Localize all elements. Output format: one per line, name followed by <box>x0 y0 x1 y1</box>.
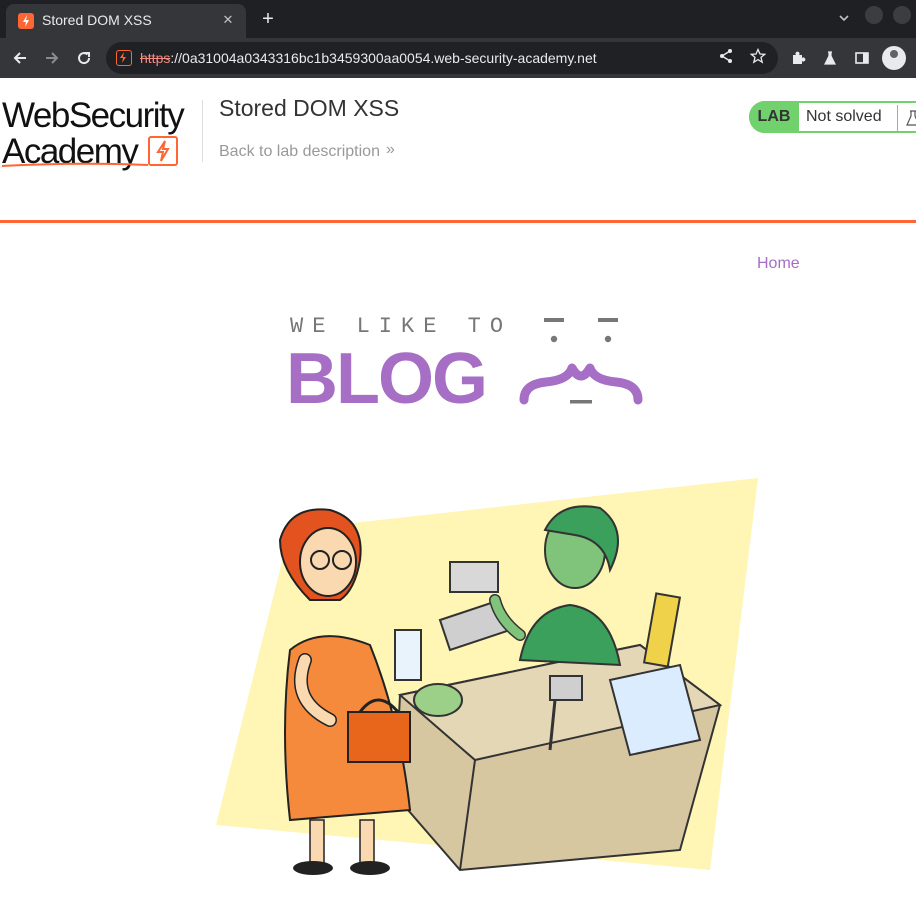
window-maximize-button[interactable] <box>893 6 911 24</box>
back-arrow-icon[interactable] <box>8 46 32 70</box>
extensions-puzzle-icon[interactable] <box>786 46 810 70</box>
blog-word: BLOG <box>286 339 488 419</box>
lab-status-text: Not solved <box>806 108 882 125</box>
tab-close-icon[interactable]: ✕ <box>218 10 238 30</box>
header-divider <box>202 100 203 162</box>
browser-toolbar: https://0a31004a0343316bc1b3459300aa0054… <box>0 38 916 78</box>
browser-tab-bar: Stored DOM XSS ✕ + <box>0 0 916 38</box>
blog-logo: WE LIKE TO BLOG <box>286 312 646 419</box>
lab-status-widget: LAB Not solved <box>749 101 916 133</box>
side-panel-icon[interactable] <box>850 46 874 70</box>
blog-tagline: WE LIKE TO <box>290 314 513 339</box>
web-security-academy-logo[interactable]: WebSecurity Academy <box>0 96 200 172</box>
lab-badge: LAB <box>749 101 799 133</box>
checkout-counter-illustration <box>216 478 758 875</box>
lab-favicon-icon <box>18 13 34 29</box>
site-warning-icon[interactable] <box>116 50 132 66</box>
lab-title: Stored DOM XSS <box>219 95 400 121</box>
forward-arrow-icon[interactable] <box>40 46 64 70</box>
profile-avatar-icon[interactable] <box>882 46 906 70</box>
tab-title: Stored DOM XSS <box>42 12 152 28</box>
logo-swoosh <box>1 162 149 167</box>
lab-flask-icon <box>897 105 916 131</box>
labs-flask-icon[interactable] <box>818 46 842 70</box>
double-chevron-right-icon[interactable]: » <box>386 141 395 159</box>
window-minimize-button[interactable] <box>865 6 883 24</box>
url-text[interactable]: https://0a31004a0343316bc1b3459300aa0054… <box>140 50 597 66</box>
reload-icon[interactable] <box>72 46 96 70</box>
bookmark-star-icon[interactable] <box>748 47 768 68</box>
logo-bolt-icon <box>148 136 178 166</box>
url-scheme: https <box>140 50 171 66</box>
new-tab-button[interactable]: + <box>256 7 280 31</box>
address-bar[interactable]: https://0a31004a0343316bc1b3459300aa0054… <box>106 42 778 74</box>
logo-text-line1: WebSecurity <box>2 96 185 135</box>
header-orange-rule <box>0 220 916 223</box>
back-to-lab-description-link[interactable]: Back to lab description <box>219 143 380 161</box>
url-host: ://0a31004a0343316bc1b3459300aa0054.web-… <box>170 50 597 66</box>
share-icon[interactable] <box>716 48 736 68</box>
browser-tab[interactable]: Stored DOM XSS ✕ <box>6 4 246 38</box>
tab-search-chevron-icon[interactable] <box>834 10 854 30</box>
home-nav-link[interactable]: Home <box>757 255 800 273</box>
blog-face-icon <box>519 318 643 405</box>
